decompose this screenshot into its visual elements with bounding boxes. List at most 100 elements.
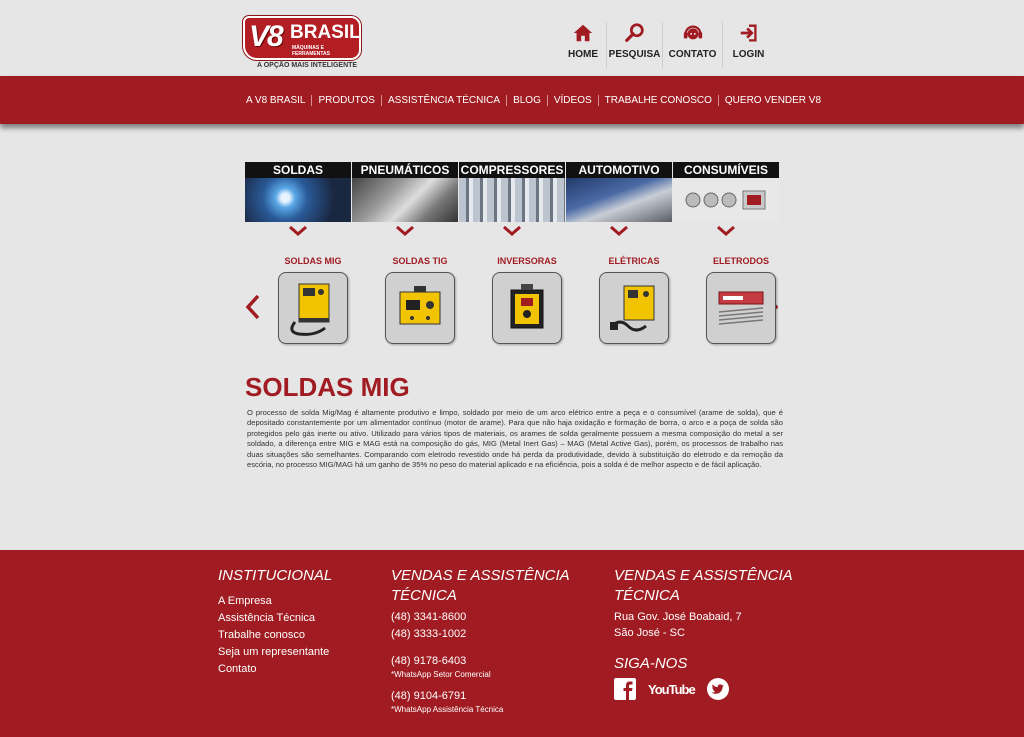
- product-carousel: SOLDAS MIG SOLDAS TIG INVERSORAS ELÉTRIC…: [262, 256, 797, 344]
- product-name: SOLDAS TIG: [392, 256, 448, 266]
- product-soldas-mig[interactable]: SOLDAS MIG: [262, 256, 364, 344]
- footer-phone-3[interactable]: (48) 9178-6403: [391, 653, 596, 670]
- footer-link-representante[interactable]: Seja um representante: [218, 644, 378, 661]
- product-eletricas[interactable]: ELÉTRICAS: [583, 256, 685, 344]
- category-title: PNEUMÁTICOS: [352, 162, 458, 178]
- nav-blog[interactable]: BLOG: [506, 95, 547, 106]
- category-title: AUTOMOTIVO: [566, 162, 672, 178]
- product-soldas-tig[interactable]: SOLDAS TIG: [369, 256, 471, 344]
- topnav-home[interactable]: HOME: [560, 22, 606, 68]
- category-title: CONSUMÍVEIS: [673, 162, 779, 178]
- logo-badge: V8 BRASIL MÁQUINAS E FERRAMENTAS: [243, 16, 361, 60]
- chevron-down-icon: [289, 226, 307, 236]
- footer-institucional: INSTITUCIONAL A Empresa Assistência Técn…: [218, 566, 378, 678]
- footer-note-3: *WhatsApp Setor Comercial: [391, 670, 491, 679]
- top-navigation: HOME PESQUISA CONTATO LOGIN: [560, 22, 774, 68]
- v8-brasil-logo[interactable]: V8 BRASIL MÁQUINAS E FERRAMENTAS A OPÇÃO…: [243, 16, 361, 72]
- footer-link-assistencia[interactable]: Assistência Técnica: [218, 610, 378, 627]
- chevron-down-icon: [717, 226, 735, 236]
- product-image-box: [278, 272, 348, 344]
- product-name: SOLDAS MIG: [284, 256, 342, 266]
- category-image-automotive: [566, 178, 672, 222]
- topnav-search-label: PESQUISA: [608, 49, 661, 60]
- footer: INSTITUCIONAL A Empresa Assistência Técn…: [0, 550, 1024, 737]
- search-icon: [624, 23, 644, 42]
- headset-icon: [683, 25, 702, 40]
- logo-v8: V8: [249, 20, 284, 53]
- youtube-label: YouTube: [648, 681, 696, 697]
- category-image-pneumatic: [352, 178, 458, 222]
- product-name: ELÉTRICAS: [608, 256, 660, 266]
- category-image-compressors: [459, 178, 565, 222]
- footer-address-line-2: São José - SC: [614, 627, 685, 639]
- tig-welder-image: [399, 286, 441, 325]
- footer-address-line-1: Rua Gov. José Boabaid, 7: [614, 611, 742, 623]
- category-strip: SOLDAS PNEUMÁTICOS COMPRESSORES AUTOMOTI…: [245, 162, 780, 236]
- footer-link-contato[interactable]: Contato: [218, 661, 378, 678]
- footer-vendas-title: VENDAS E ASSISTÊNCIA TÉCNICA: [391, 567, 570, 604]
- youtube-icon[interactable]: YouTube: [648, 681, 696, 697]
- product-image-box: [706, 272, 776, 344]
- footer-note-4: *WhatsApp Assistência Técnica: [391, 705, 504, 714]
- page-title: SOLDAS MIG: [245, 372, 410, 402]
- category-consumiveis[interactable]: CONSUMÍVEIS: [673, 162, 779, 236]
- footer-links: A Empresa Assistência Técnica Trabalhe c…: [218, 593, 378, 678]
- category-soldas[interactable]: SOLDAS: [245, 162, 351, 236]
- category-image-welding: [245, 178, 351, 222]
- inverter-welder-image: [510, 284, 544, 329]
- chevron-down-icon: [396, 226, 414, 236]
- electric-welder-image: [610, 285, 655, 332]
- product-image-box: [599, 272, 669, 344]
- product-inversoras[interactable]: INVERSORAS: [476, 256, 578, 344]
- footer-phone-4[interactable]: (48) 9104-6791: [391, 688, 596, 705]
- footer-link-trabalhe[interactable]: Trabalhe conosco: [218, 627, 378, 644]
- category-title: SOLDAS: [245, 162, 351, 178]
- product-name: ELETRODOS: [712, 256, 769, 266]
- main-navigation: A V8 BRASIL PRODUTOS ASSISTÊNCIA TÉCNICA…: [240, 95, 827, 106]
- footer-link-a-empresa[interactable]: A Empresa: [218, 593, 378, 610]
- footer-phone-2[interactable]: (48) 3333-1002: [391, 626, 596, 643]
- topnav-login[interactable]: LOGIN: [722, 22, 774, 68]
- nav-assistencia-tecnica[interactable]: ASSISTÊNCIA TÉCNICA: [380, 95, 506, 106]
- footer-vendas: VENDAS E ASSISTÊNCIA TÉCNICA (48) 3341-8…: [391, 566, 596, 715]
- category-image-consumables: [673, 178, 779, 222]
- main-nav-bar: A V8 BRASIL PRODUTOS ASSISTÊNCIA TÉCNICA…: [0, 76, 1024, 124]
- category-pneumaticos[interactable]: PNEUMÁTICOS: [352, 162, 458, 236]
- topnav-login-label: LOGIN: [732, 49, 765, 60]
- mig-welder-image: [290, 283, 330, 336]
- home-icon: [573, 24, 593, 42]
- footer-social-title: SIGA-NOS: [614, 655, 688, 672]
- nav-quero-vender[interactable]: QUERO VENDER V8: [717, 95, 827, 106]
- product-description: O processo de solda Mig/Mag é altamente …: [247, 408, 783, 470]
- footer-phone-1[interactable]: (48) 3341-8600: [391, 609, 596, 626]
- consumables-graphic: [685, 190, 766, 210]
- twitter-icon[interactable]: [706, 678, 729, 700]
- logo-tagline: A OPÇÃO MAIS INTELIGENTE: [257, 62, 358, 69]
- carousel-prev-arrow[interactable]: [245, 294, 261, 320]
- category-compressores[interactable]: COMPRESSORES: [459, 162, 565, 236]
- facebook-icon[interactable]: [614, 678, 636, 700]
- social-links: YouTube: [614, 678, 819, 700]
- topnav-contact[interactable]: CONTATO: [662, 22, 722, 68]
- topnav-contact-label: CONTATO: [668, 49, 717, 60]
- nav-trabalhe-conosco[interactable]: TRABALHE CONOSCO: [597, 95, 718, 106]
- nav-a-v8-brasil[interactable]: A V8 BRASIL: [240, 95, 311, 106]
- product-name: INVERSORAS: [497, 256, 557, 266]
- chevron-down-icon: [503, 226, 521, 236]
- footer-endereco-title: VENDAS E ASSISTÊNCIA TÉCNICA: [614, 567, 793, 604]
- product-eletrodos[interactable]: ELETRODOS: [690, 256, 792, 344]
- product-image-box: [492, 272, 562, 344]
- logo-brasil: BRASIL: [290, 22, 361, 43]
- category-title: COMPRESSORES: [459, 162, 565, 178]
- topnav-home-label: HOME: [568, 49, 598, 60]
- login-icon: [740, 24, 757, 42]
- chevron-down-icon: [610, 226, 628, 236]
- category-automotivo[interactable]: AUTOMOTIVO: [566, 162, 672, 236]
- logo-subtitle: MÁQUINAS E FERRAMENTAS: [292, 45, 330, 57]
- topnav-search[interactable]: PESQUISA: [606, 22, 662, 68]
- footer-endereco: VENDAS E ASSISTÊNCIA TÉCNICA Rua Gov. Jo…: [614, 566, 819, 700]
- nav-videos[interactable]: VÍDEOS: [546, 95, 598, 106]
- product-image-box: [385, 272, 455, 344]
- footer-institucional-title: INSTITUCIONAL: [218, 567, 333, 584]
- nav-produtos[interactable]: PRODUTOS: [311, 95, 381, 106]
